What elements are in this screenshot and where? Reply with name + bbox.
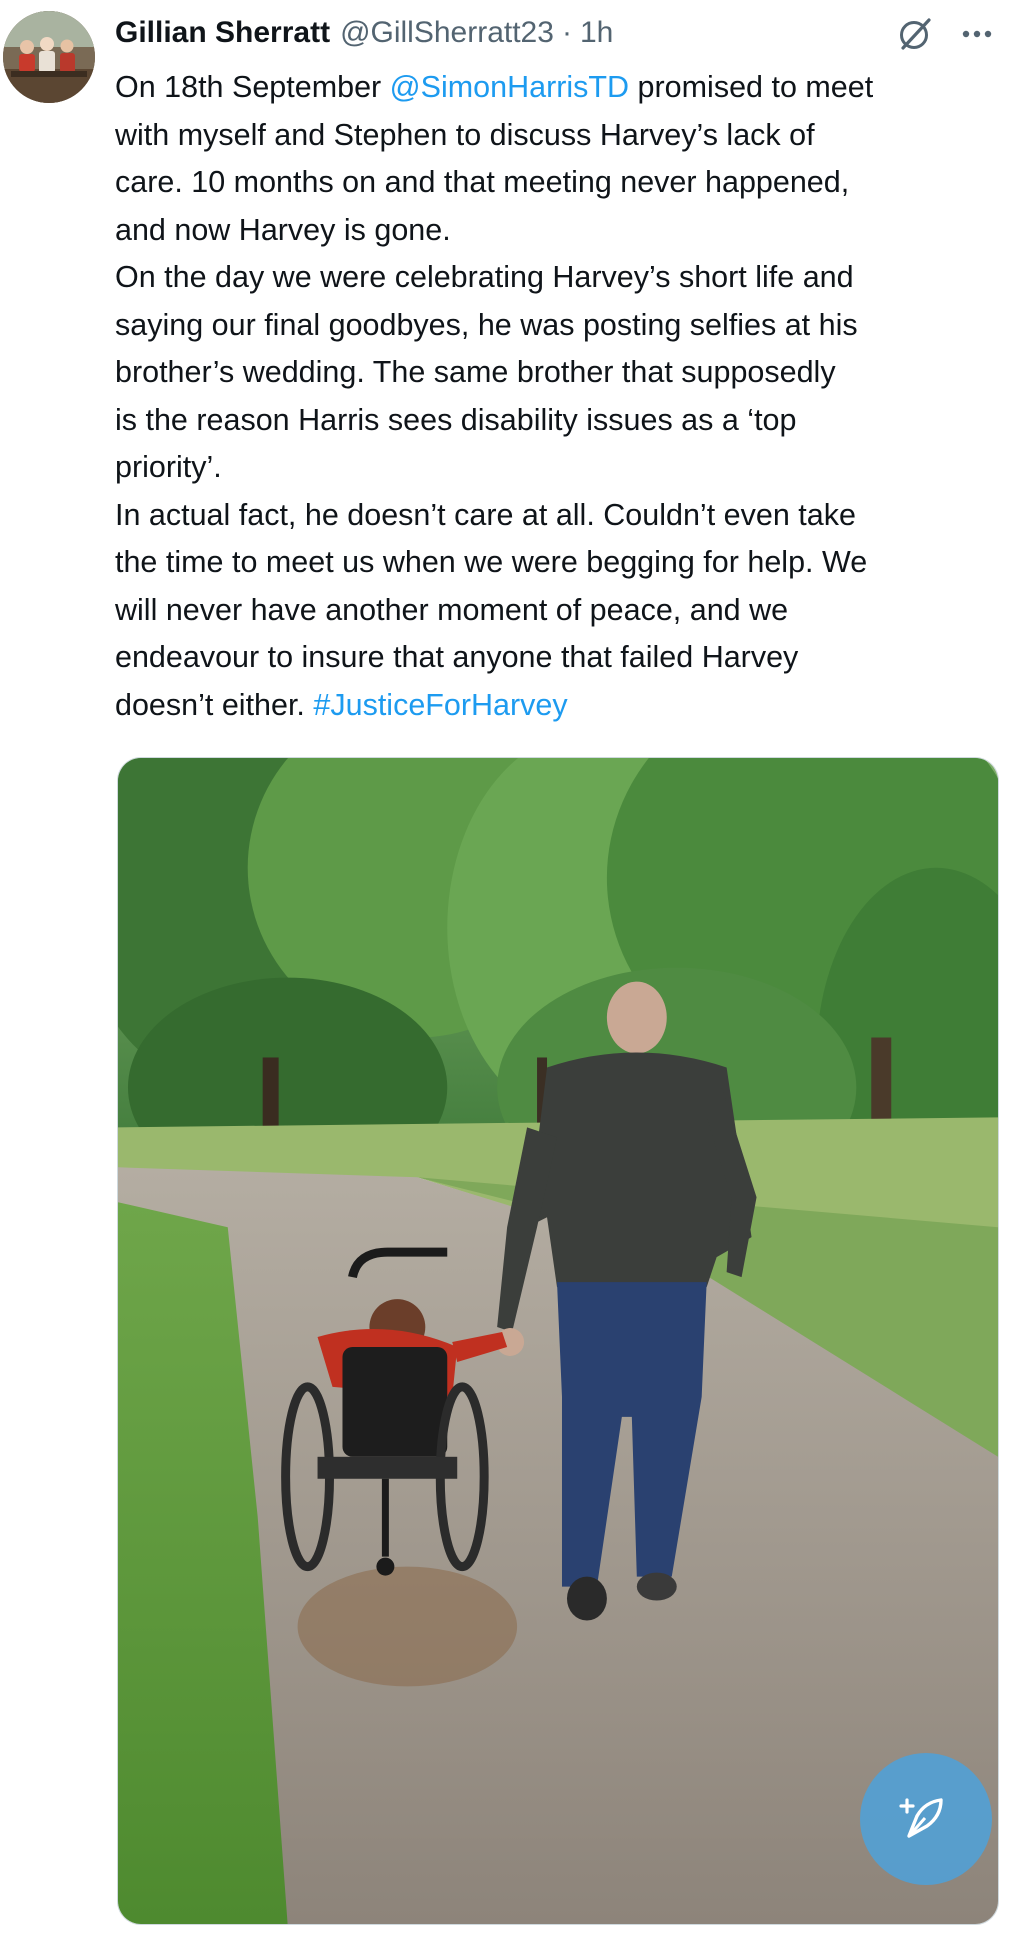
tweet-text-line: In actual fact, he doesn’t care at all. … (115, 492, 1005, 540)
tweet-text-segment: will never have another moment of peace,… (115, 592, 789, 627)
more-options-icon[interactable] (958, 16, 996, 52)
tweet-text-line: the time to meet us when we were begging… (115, 539, 1005, 587)
tweet-text-line: On 18th September @SimonHarrisTD promise… (115, 64, 1005, 112)
tweet-text-segment: the time to meet us when we were begging… (115, 545, 868, 579)
tweet-text-segment: On 18th September (115, 70, 390, 104)
tweet-text-line: is the reason Harris sees disability iss… (115, 397, 1005, 445)
post-timestamp[interactable]: 1h (580, 16, 613, 50)
tweet-text-segment: endeavour to insure that anyone that fai… (115, 640, 799, 674)
tweet-text-segment: In actual fact, he doesn’t care at all. … (115, 497, 856, 532)
tweet-body: On 18th September @SimonHarrisTD promise… (115, 64, 1005, 729)
grok-icon[interactable] (895, 14, 935, 54)
author-avatar[interactable] (3, 11, 95, 103)
tweet-photo[interactable] (117, 757, 999, 1925)
tweet-text-line: On the day we were celebrating Harvey’s … (115, 254, 1005, 302)
hashtag-link[interactable]: #JusticeForHarvey (313, 688, 567, 722)
photo-image (118, 758, 998, 1924)
tweet-text-segment: On the day we were celebrating Harvey’s … (115, 260, 854, 294)
tweet-text-line: endeavour to insure that anyone that fai… (115, 634, 1005, 682)
avatar-photo (3, 11, 95, 103)
tweet-text-segment: saying our final goodbyes, he was postin… (115, 307, 858, 342)
tweet-header: Gillian Sherratt @GillSherratt23 · 1h (115, 12, 613, 54)
tweet-text-line: will never have another moment of peace,… (115, 587, 1005, 635)
compose-post-button[interactable] (860, 1753, 992, 1885)
author-display-name[interactable]: Gillian Sherratt (115, 16, 330, 50)
tweet-text-segment: is the reason Harris sees disability iss… (115, 402, 797, 437)
tweet-text-segment: promised to meet (629, 70, 874, 104)
mention-link[interactable]: @SimonHarrisTD (390, 70, 629, 104)
author-handle[interactable]: @GillSherratt23 (340, 16, 554, 50)
tweet-text-segment: and now Harvey is gone. (115, 212, 451, 247)
tweet-text-segment: brother’s wedding. The same brother that… (115, 355, 836, 389)
separator-dot: · (561, 16, 572, 49)
tweet[interactable]: Gillian Sherratt @GillSherratt23 · 1h On… (0, 0, 1017, 1938)
tweet-text-line: brother’s wedding. The same brother that… (115, 349, 1005, 397)
tweet-text-line: saying our final goodbyes, he was postin… (115, 302, 1005, 350)
tweet-text-line: doesn’t either. #JusticeForHarvey (115, 682, 1005, 730)
compose-post-icon (899, 1798, 943, 1838)
tweet-text-line: care. 10 months on and that meeting neve… (115, 159, 1005, 207)
tweet-text-segment: with myself and Stephen to discuss Harve… (115, 117, 815, 152)
tweet-text-segment: care. 10 months on and that meeting neve… (115, 165, 850, 199)
tweet-text-segment: priority’. (115, 450, 222, 484)
tweet-text-segment: doesn’t either. (115, 687, 314, 722)
tweet-text-line: priority’. (115, 444, 1005, 492)
tweet-text-line: with myself and Stephen to discuss Harve… (115, 112, 1005, 160)
tweet-text-line: and now Harvey is gone. (115, 207, 1005, 255)
